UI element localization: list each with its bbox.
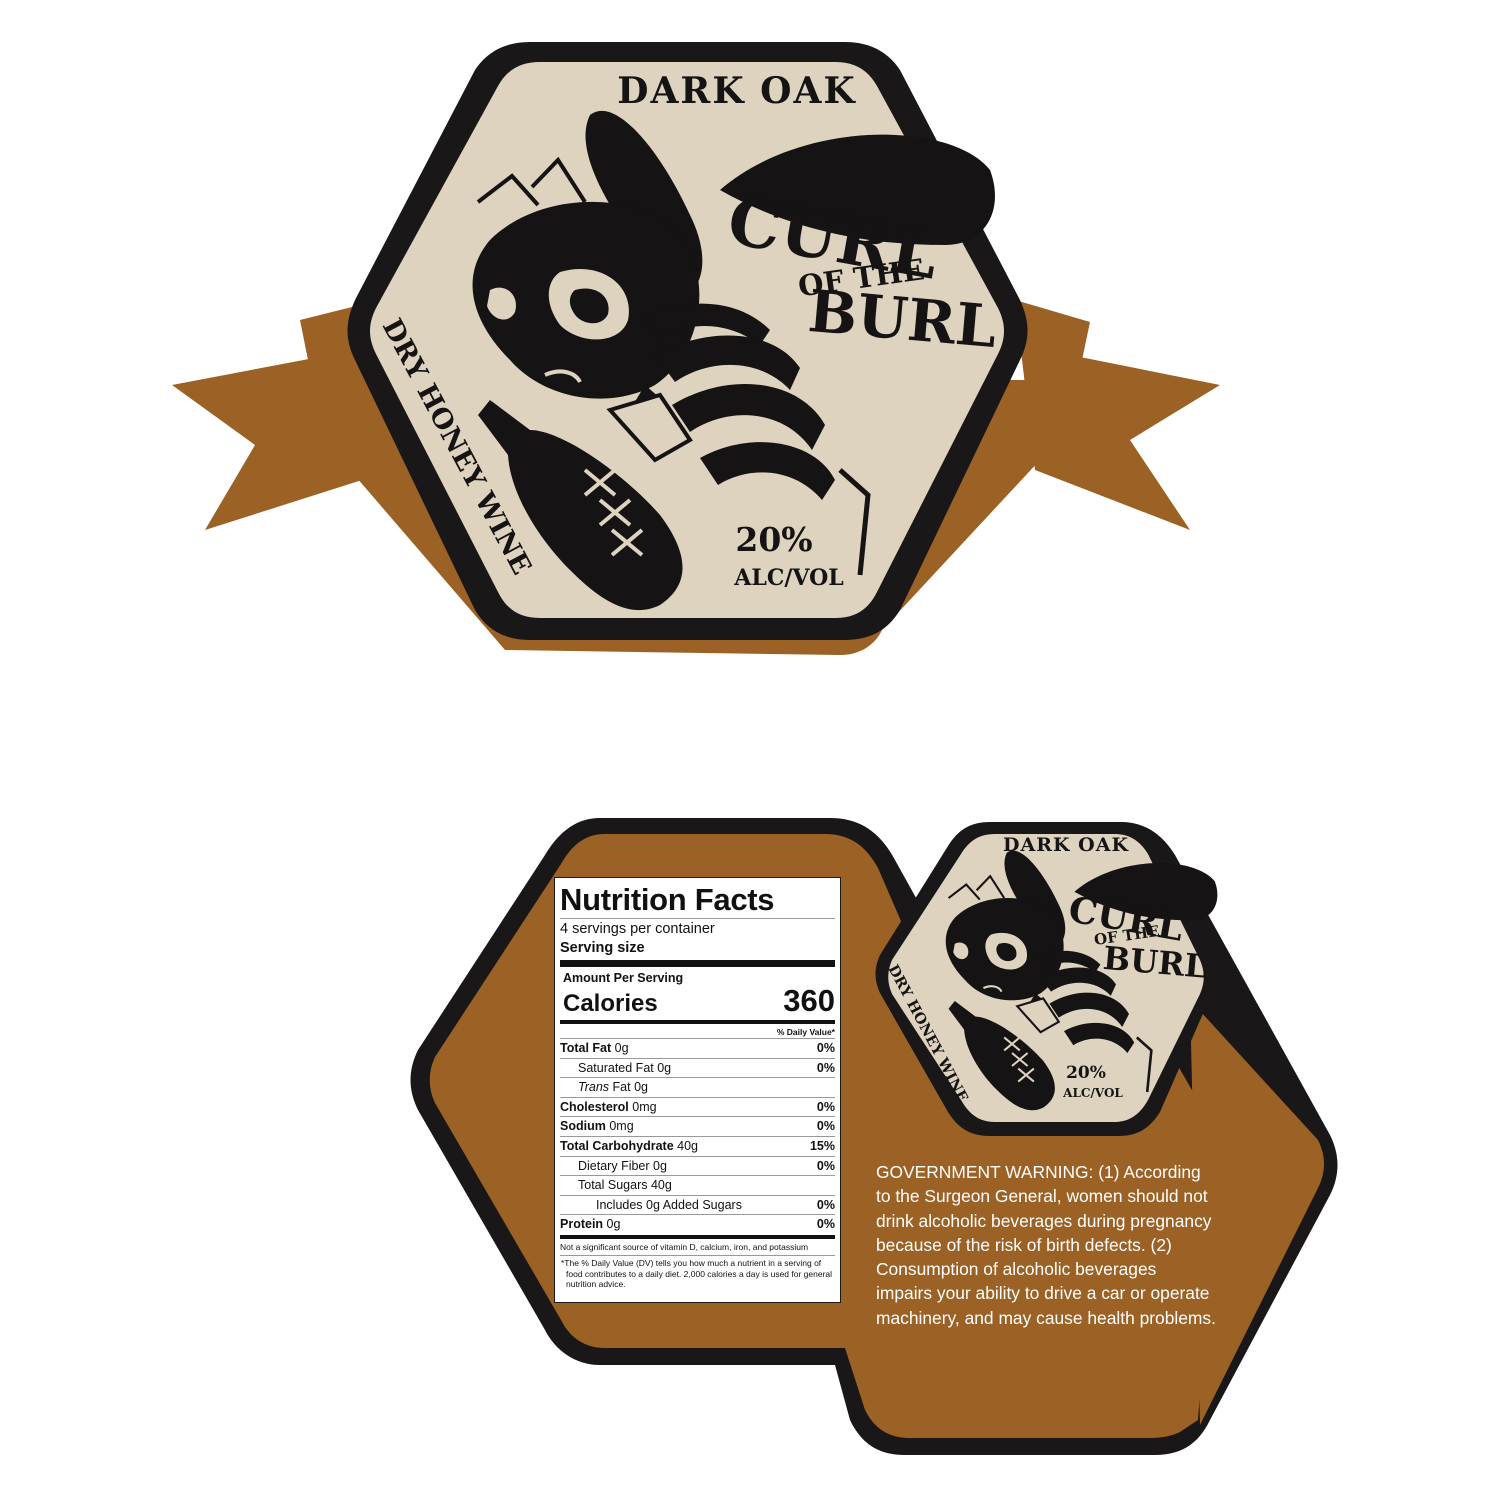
nutrient-row: Total Carbohydrate 40g 15% <box>560 1135 835 1156</box>
abv-value: 20% <box>735 520 812 559</box>
calories-value: 360 <box>783 983 835 1018</box>
abv-unit: ALC/VOL <box>733 565 843 591</box>
variety-label: DARK OAK <box>617 70 856 112</box>
daily-value-footnote: *The % Daily Value (DV) tells you how mu… <box>560 1255 835 1290</box>
calories-label: Calories <box>563 990 658 1017</box>
nutrient-row: Saturated Fat 0g 0% <box>560 1057 835 1078</box>
nutrition-facts-panel: Nutrition Facts 4 servings per container… <box>554 877 841 1303</box>
nutrient-row: Sodium 0mg 0% <box>560 1116 835 1136</box>
nutrition-title: Nutrition Facts <box>560 882 775 917</box>
nutrient-row: Trans Fat 0g <box>560 1077 835 1097</box>
thick-divider <box>560 960 835 967</box>
back-label: DARK OAK CURL OF THE BURL DRY HONEY WINE… <box>410 818 1338 1455</box>
nutrient-row: Includes 0g Added Sugars 0% <box>560 1194 835 1215</box>
medium-divider <box>560 1020 835 1024</box>
nutrient-row: Total Sugars 40g <box>560 1175 835 1195</box>
mini-abv-value: 20% <box>1066 1063 1106 1083</box>
mini-abv-unit: ALC/VOL <box>1062 1086 1123 1100</box>
calories-row: Calories 360 <box>560 985 835 1017</box>
daily-value-header: % Daily Value* <box>776 1027 835 1037</box>
servings-per-container: 4 servings per container <box>560 918 835 939</box>
nutrient-row: Cholesterol 0mg 0% <box>560 1096 835 1117</box>
mini-variety-label: DARK OAK <box>1003 834 1129 856</box>
government-warning: GOVERNMENT WARNING: (1) According to the… <box>876 1162 1216 1328</box>
nutrition-footnote: Not a significant source of vitamin D, c… <box>560 1234 835 1253</box>
nutrient-row: Protein 0g 0% <box>560 1214 835 1234</box>
serving-size-label: Serving size <box>560 940 645 956</box>
nutrient-row: Total Fat 0g 0% <box>560 1038 835 1058</box>
nutrient-row: Dietary Fiber 0g 0% <box>560 1155 835 1176</box>
front-label: DARK OAK CURL OF THE BURL DRY HONEY WINE… <box>172 42 1220 655</box>
